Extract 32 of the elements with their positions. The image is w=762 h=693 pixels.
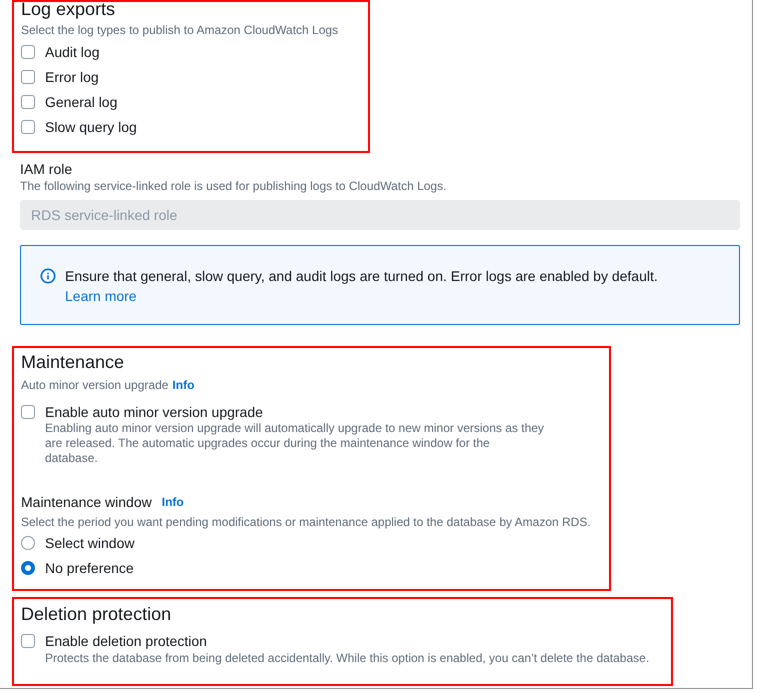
- checkbox[interactable]: [21, 120, 35, 134]
- section-description: Select the log types to publish to Amazon CloudWatch Logs: [21, 22, 340, 38]
- radio-label: No preference: [45, 558, 134, 578]
- section-subtitle: Auto minor version upgrade: [21, 377, 168, 393]
- checkbox-label: Enable auto minor version upgrade: [45, 403, 264, 421]
- learn-more-link[interactable]: Learn more: [65, 288, 137, 304]
- checkbox-label: Audit log: [45, 42, 100, 62]
- field-description: Select the period you want pending modifications or maintenance applied to the database by Amazon RDS.: [21, 514, 592, 530]
- radio-button[interactable]: [21, 561, 35, 575]
- checkbox-label: Slow query log: [45, 118, 137, 137]
- checkbox-label: General log: [45, 92, 118, 112]
- info-icon: [40, 268, 56, 284]
- checkbox-description: Enabling auto minor version upgrade will automatically upgrade to new minor versions as they are released. The automatic upgrades occur during the maintenance window for the database.: [45, 421, 545, 466]
- field-label: Maintenance window: [21, 493, 152, 511]
- checkbox[interactable]: [21, 95, 35, 109]
- info-link[interactable]: Info: [162, 493, 184, 511]
- checkbox-label: Error log: [45, 68, 99, 87]
- radio-label: Select window: [45, 534, 134, 552]
- section-title: Maintenance: [21, 351, 126, 373]
- checkbox-description: Protects the database from being deleted accidentally. While this option is enabled, you can’t delete the database.: [45, 650, 650, 666]
- alert-message: Ensure that general, slow query, and audit logs are turned on. Error logs are enabled by default. Learn more: [65, 267, 659, 306]
- checkbox[interactable]: [21, 405, 35, 419]
- field-description: The following service-linked role is used for publishing logs to CloudWatch Logs.: [20, 178, 448, 194]
- info-link[interactable]: Info: [172, 377, 194, 393]
- section-title: Log exports: [21, 0, 116, 18]
- checkbox[interactable]: [21, 45, 35, 59]
- checkbox-label: Enable deletion protection: [45, 632, 208, 650]
- checkbox[interactable]: [21, 634, 35, 648]
- radio-button[interactable]: [21, 536, 35, 550]
- checkbox[interactable]: [21, 70, 35, 84]
- field-label: IAM role: [20, 160, 74, 178]
- section-title: Deletion protection: [21, 603, 172, 625]
